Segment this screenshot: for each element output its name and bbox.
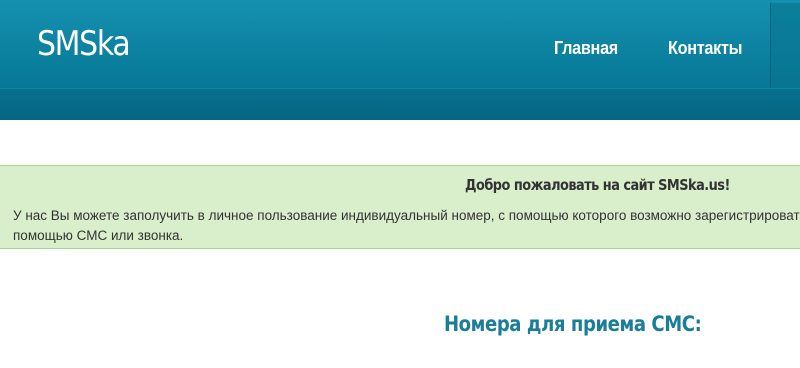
numbers-heading: Номера для приема СМС: xyxy=(444,312,702,336)
nav-contacts-link[interactable]: Контакты xyxy=(668,38,743,59)
nav-home-link[interactable]: Главная xyxy=(554,38,618,59)
welcome-title: Добро пожаловать на сайт SMSka.us! xyxy=(465,176,730,194)
header-band xyxy=(0,88,800,120)
welcome-text-line-2: помощью СМС или звонка. xyxy=(13,228,184,243)
site-header: SMSka Главная Контакты xyxy=(0,0,800,120)
welcome-text: У нас Вы можете заполучить в личное поль… xyxy=(13,206,800,246)
welcome-text-line-1: У нас Вы можете заполучить в личное поль… xyxy=(13,208,800,223)
main-nav: Главная Контакты xyxy=(0,0,800,88)
nav-next-item[interactable] xyxy=(770,3,800,88)
welcome-banner: Добро пожаловать на сайт SMSka.us! У нас… xyxy=(0,165,800,249)
